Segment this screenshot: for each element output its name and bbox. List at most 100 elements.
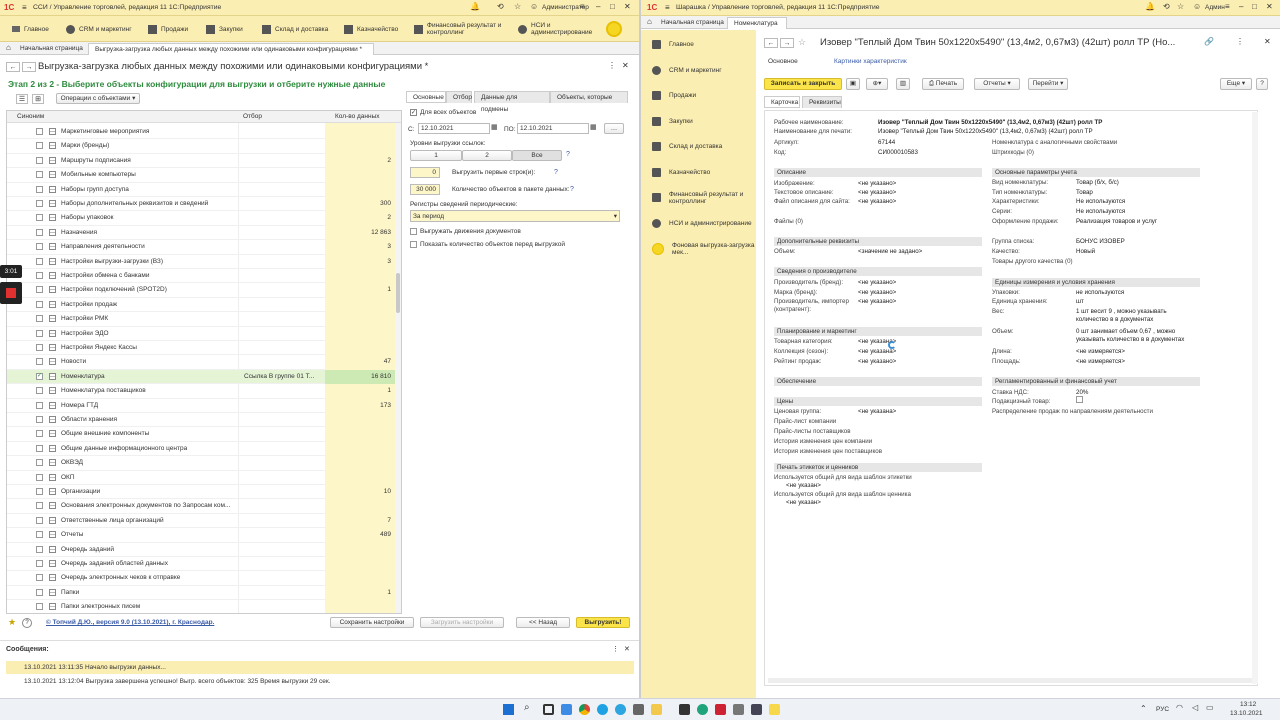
table-row[interactable]: 173 Номера ГТД: [7, 398, 401, 413]
table-row[interactable]: Настройки обмена с банками: [7, 269, 401, 284]
forward-arrow-icon[interactable]: →: [780, 38, 794, 48]
table-row[interactable]: 3 Направления деятельности: [7, 240, 401, 255]
row-checkbox[interactable]: [36, 473, 43, 481]
1c-taskbar-icon[interactable]: [769, 704, 780, 715]
row-checkbox[interactable]: [36, 560, 43, 567]
widgets-icon[interactable]: [561, 704, 572, 715]
price-link[interactable]: История изменения цен поставщиков: [774, 448, 882, 455]
history-icon[interactable]: ⟲: [1163, 2, 1170, 11]
table-row[interactable]: Настройки ЭДО: [7, 326, 401, 341]
row-checkbox[interactable]: [36, 243, 43, 251]
sidebar-item-finance[interactable]: Финансовый результат и контроллинг: [644, 185, 756, 210]
row-checkbox[interactable]: [36, 329, 43, 337]
home-icon[interactable]: ⌂: [6, 43, 11, 52]
table-row[interactable]: Настройки РМК: [7, 312, 401, 327]
table-row[interactable]: Папки электронных писем: [7, 600, 401, 613]
folder-icon[interactable]: [651, 704, 662, 715]
help-icon[interactable]: ?: [570, 186, 574, 193]
menu-finance[interactable]: Финансовый результат и контроллинг: [414, 16, 514, 42]
table-row[interactable]: 1 Номенклатура поставщиков: [7, 384, 401, 399]
period-button[interactable]: …: [604, 123, 624, 134]
row-checkbox[interactable]: ✓: [36, 372, 43, 380]
table-row[interactable]: 489 Отчеты: [7, 528, 401, 543]
structure-button[interactable]: ▥: [896, 78, 910, 90]
row-checkbox[interactable]: [36, 401, 43, 409]
row-checkbox[interactable]: [36, 444, 43, 452]
settings-icon[interactable]: ≡: [580, 2, 585, 11]
table-row[interactable]: Марки (бренды): [7, 139, 401, 154]
subtab-requisites[interactable]: Реквизиты: [802, 96, 842, 108]
sidebar-item-sales[interactable]: Продажи: [644, 83, 756, 108]
nav-chars[interactable]: Картинки характеристик: [834, 58, 907, 65]
save-settings-button[interactable]: Сохранить настройки: [330, 617, 414, 628]
menu-nsi[interactable]: НСИ и администрирование: [518, 16, 602, 42]
back-arrow-icon[interactable]: ←: [6, 62, 20, 72]
table-row[interactable]: 300 Наборы дополнительных реквизитов и св…: [7, 197, 401, 212]
help-icon[interactable]: ?: [22, 618, 32, 628]
menu-crm[interactable]: CRM и маркетинг: [66, 16, 132, 42]
ops-button[interactable]: Операции с объектами ▾: [56, 93, 140, 104]
menu-treasury[interactable]: Казначейство: [344, 16, 398, 42]
table-row[interactable]: Области хранения: [7, 413, 401, 428]
table-row[interactable]: 7 Ответственные лица организаций: [7, 513, 401, 529]
close-icon[interactable]: ✕: [1264, 37, 1271, 46]
sidebar-item-background[interactable]: Фоновая выгрузка-загрузка мек...: [644, 236, 756, 261]
row-checkbox[interactable]: [36, 171, 43, 179]
price-link[interactable]: Прайс-листы поставщиков: [774, 428, 851, 435]
windows-start-icon[interactable]: [503, 704, 514, 715]
table-row[interactable]: Настройки продаж: [7, 297, 401, 313]
bell-icon[interactable]: 🔔: [470, 2, 480, 11]
tab-export[interactable]: Выгрузка-загрузка любых данных между пох…: [88, 43, 374, 55]
table-row[interactable]: ОКВЭД: [7, 456, 401, 471]
menu-purchases[interactable]: Закупки: [206, 16, 243, 42]
sidebar-item-nsi[interactable]: НСИ и администрирование: [644, 211, 756, 236]
form-more-icon[interactable]: ⋮: [608, 61, 616, 70]
excise-checkbox[interactable]: [1076, 396, 1083, 403]
user-icon[interactable]: ☺: [530, 2, 538, 11]
subtab-card[interactable]: Карточка: [764, 96, 800, 108]
files-link[interactable]: Файлы (0): [774, 218, 803, 225]
row-checkbox[interactable]: [36, 416, 43, 423]
distribution-link[interactable]: Распределение продаж по направлениям дея…: [992, 408, 1153, 415]
skype-icon[interactable]: [597, 704, 608, 715]
write-close-button[interactable]: Записать и закрыть: [764, 78, 842, 90]
row-checkbox[interactable]: [36, 588, 43, 596]
table-row[interactable]: Наборы групп доступа: [7, 182, 401, 197]
level-2-button[interactable]: 2: [462, 150, 512, 161]
terminal-icon[interactable]: [679, 704, 690, 715]
back-button[interactable]: << Назад: [516, 617, 570, 628]
maximize-icon[interactable]: □: [610, 2, 615, 11]
goto-button[interactable]: Перейти ▾: [1028, 78, 1068, 90]
row-checkbox[interactable]: [36, 200, 43, 207]
row-checkbox[interactable]: [36, 128, 43, 135]
close-icon[interactable]: ✕: [1266, 2, 1273, 11]
form-close-icon[interactable]: ✕: [622, 61, 629, 70]
table-row[interactable]: 3 Настройки выгрузки-загрузки (ВЗ): [7, 254, 401, 269]
sidebar-item-crm[interactable]: CRM и маркетинг: [644, 58, 756, 83]
scrollbar[interactable]: [395, 123, 401, 613]
task-view-icon[interactable]: [543, 704, 554, 715]
tray-chevron-icon[interactable]: ⌃: [1140, 704, 1147, 713]
show-count-checkbox[interactable]: [410, 241, 417, 248]
row-checkbox[interactable]: [36, 531, 43, 539]
col-count[interactable]: Кол-во данных: [335, 113, 380, 120]
row-checkbox[interactable]: [36, 488, 43, 495]
tab-objects[interactable]: Объекты, которые бу...: [550, 91, 628, 103]
lang-indicator[interactable]: РУС: [1156, 706, 1169, 713]
user-icon[interactable]: ☺: [1193, 2, 1201, 11]
table-row[interactable]: ОКП: [7, 470, 401, 485]
nav-main[interactable]: Основное: [768, 58, 798, 65]
star-icon[interactable]: ☆: [514, 2, 521, 11]
calendar-icon[interactable]: ▦: [590, 123, 597, 131]
tab-filter[interactable]: Отбор: [446, 91, 472, 103]
close-icon[interactable]: ✕: [624, 2, 631, 11]
chrome-icon[interactable]: [579, 704, 590, 715]
menu-icon[interactable]: ≡: [22, 3, 27, 12]
scroll-thumb[interactable]: [396, 273, 400, 313]
row-checkbox[interactable]: [36, 358, 43, 366]
packet-input[interactable]: 30 000: [410, 184, 440, 195]
mail-icon[interactable]: [633, 704, 644, 715]
menu-icon[interactable]: ≡: [665, 3, 670, 12]
card-hscroll[interactable]: [768, 678, 1252, 683]
menu-main[interactable]: Главное: [12, 16, 49, 42]
